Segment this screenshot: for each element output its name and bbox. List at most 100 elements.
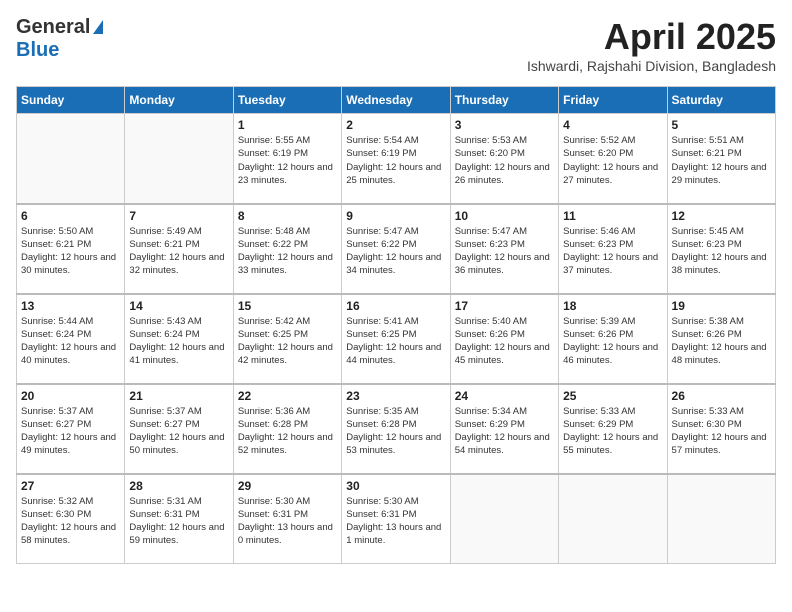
day-info: Sunrise: 5:43 AMSunset: 6:24 PMDaylight:… bbox=[129, 315, 228, 368]
sunset-text: Sunset: 6:26 PM bbox=[672, 328, 771, 341]
day-info: Sunrise: 5:30 AMSunset: 6:31 PMDaylight:… bbox=[346, 495, 445, 548]
table-row: 5 Sunrise: 5:51 AMSunset: 6:21 PMDaylight… bbox=[667, 114, 775, 204]
day-number: 3 bbox=[455, 118, 554, 132]
day-number: 21 bbox=[129, 389, 228, 403]
table-row: 30Sunrise: 5:30 AMSunset: 6:31 PMDayligh… bbox=[342, 474, 450, 564]
sunrise-text: Sunrise: 5:36 AM bbox=[238, 405, 337, 418]
sunrise-text: Sunrise: 5:51 AM bbox=[672, 134, 771, 147]
daylight-text: Daylight: 12 hours and 40 minutes. bbox=[21, 341, 120, 368]
daylight-text: Daylight: 12 hours and 23 minutes. bbox=[238, 161, 337, 188]
table-row: 19Sunrise: 5:38 AMSunset: 6:26 PMDayligh… bbox=[667, 294, 775, 384]
table-row: 16 Sunrise: 5:41 AMSunset: 6:25 PMDayligh… bbox=[342, 294, 450, 384]
day-info: Sunrise: 5:52 AMSunset: 6:20 PMDaylight:… bbox=[563, 134, 662, 187]
daylight-text: Daylight: 12 hours and 50 minutes. bbox=[129, 431, 228, 458]
logo-triangle-icon bbox=[93, 20, 103, 34]
day-number: 16 bbox=[346, 299, 445, 313]
day-number: 5 bbox=[672, 118, 771, 132]
sunrise-text: Sunrise: 5:52 AM bbox=[563, 134, 662, 147]
sunrise-text: Sunrise: 5:47 AM bbox=[346, 225, 445, 238]
day-number: 6 bbox=[21, 209, 120, 223]
daylight-text: Daylight: 12 hours and 29 minutes. bbox=[672, 161, 771, 188]
table-row: 2Sunrise: 5:54 AMSunset: 6:19 PMDaylight… bbox=[342, 114, 450, 204]
table-row bbox=[125, 114, 233, 204]
table-row: 28Sunrise: 5:31 AMSunset: 6:31 PMDayligh… bbox=[125, 474, 233, 564]
daylight-text: Daylight: 12 hours and 34 minutes. bbox=[346, 251, 445, 278]
table-row: 17Sunrise: 5:40 AMSunset: 6:26 PMDayligh… bbox=[450, 294, 558, 384]
daylight-text: Daylight: 12 hours and 49 minutes. bbox=[21, 431, 120, 458]
sunset-text: Sunset: 6:29 PM bbox=[563, 418, 662, 431]
month-year-title: April 2025 bbox=[527, 16, 776, 58]
page-header: General Blue April 2025 Ishwardi, Rajsha… bbox=[16, 16, 776, 74]
daylight-text: Daylight: 12 hours and 27 minutes. bbox=[563, 161, 662, 188]
logo-blue-text: Blue bbox=[16, 39, 59, 62]
day-number: 9 bbox=[346, 209, 445, 223]
calendar-header-friday: Friday bbox=[559, 87, 667, 114]
table-row: 26Sunrise: 5:33 AMSunset: 6:30 PMDayligh… bbox=[667, 384, 775, 474]
daylight-text: Daylight: 12 hours and 58 minutes. bbox=[21, 521, 120, 548]
daylight-text: Daylight: 12 hours and 57 minutes. bbox=[672, 431, 771, 458]
sunrise-text: Sunrise: 5:42 AM bbox=[238, 315, 337, 328]
table-row: 13 Sunrise: 5:44 AMSunset: 6:24 PMDayligh… bbox=[17, 294, 125, 384]
sunset-text: Sunset: 6:19 PM bbox=[238, 147, 337, 160]
sunset-text: Sunset: 6:23 PM bbox=[455, 238, 554, 251]
sunrise-text: Sunrise: 5:55 AM bbox=[238, 134, 337, 147]
sunset-text: Sunset: 6:28 PM bbox=[346, 418, 445, 431]
daylight-text: Daylight: 12 hours and 46 minutes. bbox=[563, 341, 662, 368]
title-section: April 2025 Ishwardi, Rajshahi Division, … bbox=[527, 16, 776, 74]
day-info: Sunrise: 5:55 AMSunset: 6:19 PMDaylight:… bbox=[238, 134, 337, 187]
day-info: Sunrise: 5:33 AMSunset: 6:30 PMDaylight:… bbox=[672, 405, 771, 458]
calendar-week-row: 6Sunrise: 5:50 AMSunset: 6:21 PMDaylight… bbox=[17, 204, 776, 294]
sunset-text: Sunset: 6:30 PM bbox=[672, 418, 771, 431]
day-number: 1 bbox=[238, 118, 337, 132]
day-info: Sunrise: 5:54 AMSunset: 6:19 PMDaylight:… bbox=[346, 134, 445, 187]
daylight-text: Daylight: 12 hours and 44 minutes. bbox=[346, 341, 445, 368]
sunrise-text: Sunrise: 5:45 AM bbox=[672, 225, 771, 238]
sunset-text: Sunset: 6:29 PM bbox=[455, 418, 554, 431]
sunrise-text: Sunrise: 5:40 AM bbox=[455, 315, 554, 328]
sunrise-text: Sunrise: 5:47 AM bbox=[455, 225, 554, 238]
sunset-text: Sunset: 6:24 PM bbox=[129, 328, 228, 341]
sunrise-text: Sunrise: 5:30 AM bbox=[238, 495, 337, 508]
logo-general-text: General bbox=[16, 16, 90, 39]
daylight-text: Daylight: 12 hours and 30 minutes. bbox=[21, 251, 120, 278]
day-number: 12 bbox=[672, 209, 771, 223]
daylight-text: Daylight: 12 hours and 37 minutes. bbox=[563, 251, 662, 278]
calendar-week-row: 1Sunrise: 5:55 AMSunset: 6:19 PMDaylight… bbox=[17, 114, 776, 204]
day-number: 29 bbox=[238, 479, 337, 493]
day-info: Sunrise: 5:49 AMSunset: 6:21 PMDaylight:… bbox=[129, 225, 228, 278]
day-info: Sunrise: 5:38 AMSunset: 6:26 PMDaylight:… bbox=[672, 315, 771, 368]
daylight-text: Daylight: 13 hours and 0 minutes. bbox=[238, 521, 337, 548]
sunrise-text: Sunrise: 5:43 AM bbox=[129, 315, 228, 328]
sunrise-text: Sunrise: 5:32 AM bbox=[21, 495, 120, 508]
sunset-text: Sunset: 6:31 PM bbox=[129, 508, 228, 521]
sunrise-text: Sunrise: 5:34 AM bbox=[455, 405, 554, 418]
sunset-text: Sunset: 6:23 PM bbox=[563, 238, 662, 251]
sunset-text: Sunset: 6:25 PM bbox=[238, 328, 337, 341]
day-info: Sunrise: 5:47 AMSunset: 6:22 PMDaylight:… bbox=[346, 225, 445, 278]
day-info: Sunrise: 5:34 AMSunset: 6:29 PMDaylight:… bbox=[455, 405, 554, 458]
calendar-header-saturday: Saturday bbox=[667, 87, 775, 114]
table-row: 27Sunrise: 5:32 AMSunset: 6:30 PMDayligh… bbox=[17, 474, 125, 564]
sunset-text: Sunset: 6:21 PM bbox=[672, 147, 771, 160]
table-row bbox=[17, 114, 125, 204]
day-info: Sunrise: 5:37 AMSunset: 6:27 PMDaylight:… bbox=[21, 405, 120, 458]
day-number: 15 bbox=[238, 299, 337, 313]
day-number: 13 bbox=[21, 299, 120, 313]
day-number: 7 bbox=[129, 209, 228, 223]
calendar-header-row: SundayMondayTuesdayWednesdayThursdayFrid… bbox=[17, 87, 776, 114]
day-info: Sunrise: 5:41 AMSunset: 6:25 PMDaylight:… bbox=[346, 315, 445, 368]
sunset-text: Sunset: 6:21 PM bbox=[129, 238, 228, 251]
day-info: Sunrise: 5:44 AMSunset: 6:24 PMDaylight:… bbox=[21, 315, 120, 368]
sunrise-text: Sunrise: 5:46 AM bbox=[563, 225, 662, 238]
sunrise-text: Sunrise: 5:41 AM bbox=[346, 315, 445, 328]
day-number: 8 bbox=[238, 209, 337, 223]
calendar-week-row: 13 Sunrise: 5:44 AMSunset: 6:24 PMDayligh… bbox=[17, 294, 776, 384]
table-row: 23Sunrise: 5:35 AMSunset: 6:28 PMDayligh… bbox=[342, 384, 450, 474]
daylight-text: Daylight: 12 hours and 42 minutes. bbox=[238, 341, 337, 368]
sunset-text: Sunset: 6:20 PM bbox=[455, 147, 554, 160]
table-row: 9 Sunrise: 5:47 AMSunset: 6:22 PMDaylight… bbox=[342, 204, 450, 294]
sunset-text: Sunset: 6:21 PM bbox=[21, 238, 120, 251]
day-info: Sunrise: 5:39 AMSunset: 6:26 PMDaylight:… bbox=[563, 315, 662, 368]
day-info: Sunrise: 5:33 AMSunset: 6:29 PMDaylight:… bbox=[563, 405, 662, 458]
day-number: 18 bbox=[563, 299, 662, 313]
